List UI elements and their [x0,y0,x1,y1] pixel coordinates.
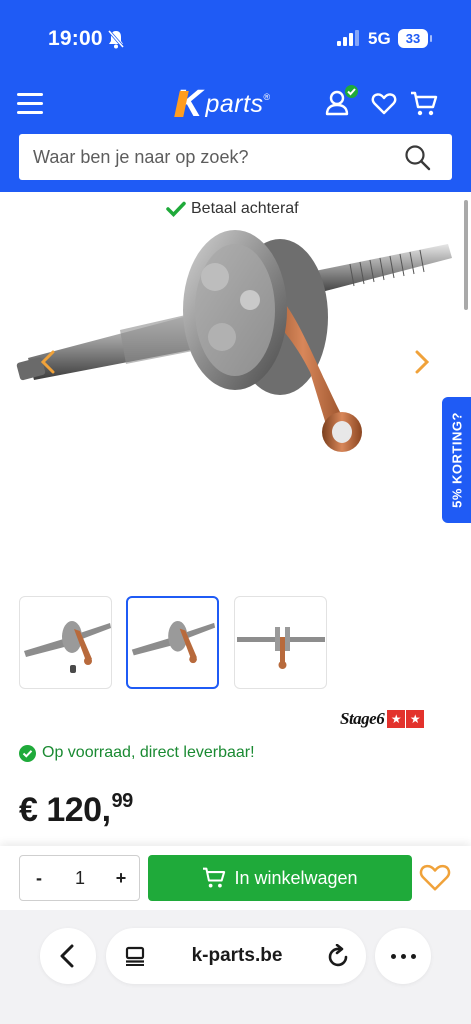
quantity-value[interactable]: 1 [58,856,102,900]
reload-icon[interactable] [328,944,350,968]
brand-star-badges: ★ ★ [386,710,425,728]
add-to-cart-button[interactable]: In winkelwagen [148,855,412,901]
search-bar [19,134,452,180]
cart-icon [203,867,226,888]
price-main: € 120, [19,791,111,829]
more-dot [401,954,406,959]
chevron-left-icon [60,944,74,968]
image-next-arrow-icon[interactable] [414,350,430,374]
kparts-logo[interactable]: K parts ® [175,84,270,124]
page-scrollbar[interactable] [464,200,468,310]
product-price: € 120,99 [19,790,133,830]
cart-icon[interactable] [410,91,438,117]
stock-status: Op voorraad, direct leverbaar! [19,744,255,762]
brand-logo-stage6[interactable]: Stage6 ★ ★ [340,709,425,729]
hamburger-menu-icon[interactable] [17,93,43,115]
pay-later-label: Betaal achteraf [191,200,299,217]
brand-name: Stage6 [340,709,385,728]
network-label: 5G [368,29,391,48]
browser-more-button[interactable] [375,928,431,984]
browser-url[interactable]: k-parts.be [162,928,312,984]
logo-k-mark: K [175,83,203,125]
wishlist-heart-icon[interactable] [371,92,397,116]
thumbnail-3[interactable] [234,596,327,689]
quantity-decrease-button[interactable]: - [20,856,58,900]
quantity-increase-button[interactable]: + [102,856,140,900]
more-dot [411,954,416,959]
status-bar: 19:00 5G 33 [0,0,471,78]
sticky-add-to-cart-bar: - 1 + In winkelwagen [0,846,471,910]
checkmark-icon [166,201,186,217]
thumbnail-2[interactable] [126,596,219,689]
add-to-wishlist-heart-icon[interactable] [418,863,452,893]
reader-tabs-icon[interactable] [124,946,146,966]
battery-icon: 33 [398,29,432,48]
brand-star-icon: ★ [406,710,425,728]
image-prev-arrow-icon[interactable] [40,350,56,374]
logged-in-check-icon [343,83,360,100]
search-input[interactable] [33,134,403,180]
browser-toolbar: k-parts.be [0,910,471,1024]
discount-side-tab[interactable]: 5% KORTING? [442,397,471,523]
browser-address-bar[interactable]: k-parts.be [106,928,366,984]
brand-star-icon: ★ [387,710,406,728]
nav-row: K parts ® [0,78,471,130]
thumbnail-1[interactable] [19,596,112,689]
pay-later-notice: Betaal achteraf [166,200,299,218]
add-to-cart-label: In winkelwagen [234,867,358,888]
more-dot [391,954,396,959]
discount-tab-label: 5% KORTING? [449,412,464,508]
status-time: 19:00 [48,27,103,50]
site-header: 19:00 5G 33 K parts ® [0,0,471,192]
search-icon[interactable] [404,144,432,172]
product-image-crankshaft[interactable] [10,222,460,522]
in-stock-check-icon [19,744,36,762]
price-cents: 99 [111,790,134,812]
logo-registered: ® [263,92,271,102]
browser-back-button[interactable] [40,928,96,984]
quantity-stepper: - 1 + [19,855,140,901]
stock-label: Op voorraad, direct leverbaar! [42,744,255,761]
signal-icon [337,30,359,46]
logo-text: parts [205,89,264,118]
bell-muted-icon [107,30,125,49]
